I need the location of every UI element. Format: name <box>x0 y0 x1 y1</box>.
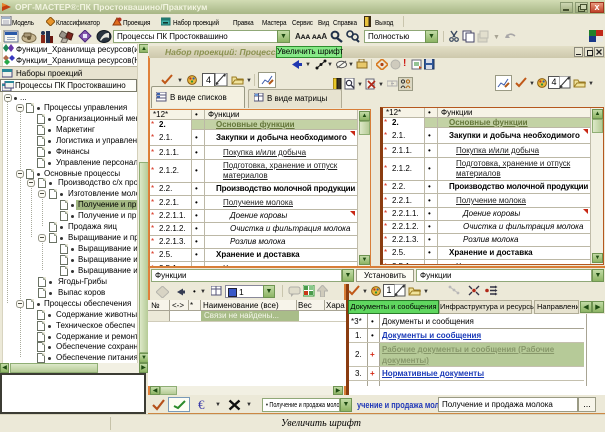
svg-text:€: € <box>198 398 205 411</box>
